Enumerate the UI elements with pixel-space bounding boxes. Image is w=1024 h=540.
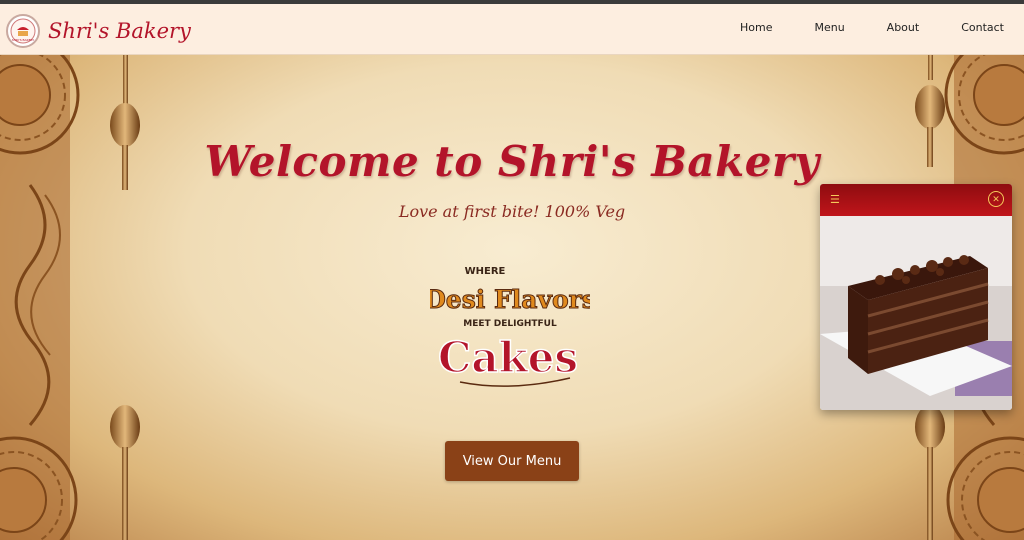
nav-home[interactable]: Home <box>740 21 772 34</box>
hero-title: Welcome to Shri's Bakery <box>204 137 820 186</box>
site-header: SHRI'S BAKERY Shri's Bakery Home Menu Ab… <box>0 4 1024 55</box>
bakery-logo: SHRI'S BAKERY <box>6 14 40 48</box>
desi-flavors-badge: WHERE Desi Flavors MEET DELIGHTFUL Cakes <box>430 266 590 387</box>
close-icon[interactable]: ✕ <box>988 191 1004 207</box>
logo-text: SHRI'S BAKERY <box>12 38 35 42</box>
spoon-icon-bottom-right <box>915 405 945 540</box>
cake-popup: ☰ ✕ <box>820 184 1012 410</box>
left-ornament <box>0 55 140 540</box>
popup-header: ☰ ✕ <box>820 184 1012 216</box>
view-menu-button[interactable]: View Our Menu <box>445 441 579 481</box>
chocolate-cake-image <box>820 216 1012 410</box>
hamburger-icon[interactable]: ☰ <box>830 193 840 206</box>
badge-line-1: WHERE <box>465 266 506 277</box>
main-nav: Home Menu About Contact <box>740 21 1004 34</box>
brand[interactable]: SHRI'S BAKERY Shri's Bakery <box>6 14 191 48</box>
brand-name: Shri's Bakery <box>48 19 191 43</box>
badge-line-2: Desi Flavors <box>430 285 590 314</box>
badge-line-3: MEET DELIGHTFUL <box>463 319 557 329</box>
badge-line-4: Cakes <box>438 333 578 382</box>
nav-contact[interactable]: Contact <box>961 21 1004 34</box>
nav-menu[interactable]: Menu <box>814 21 844 34</box>
nav-about[interactable]: About <box>887 21 920 34</box>
spoon-icon-bottom-left <box>110 405 140 540</box>
